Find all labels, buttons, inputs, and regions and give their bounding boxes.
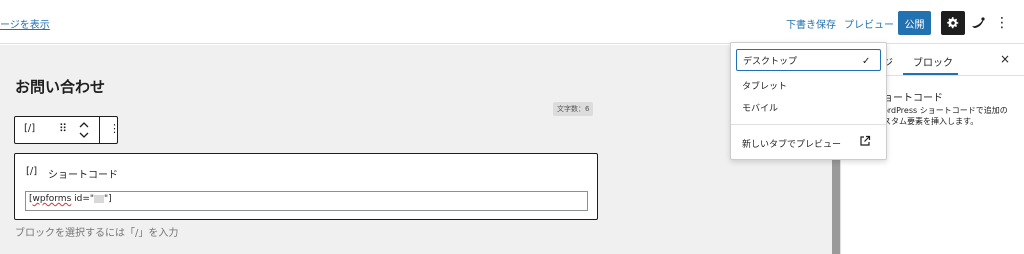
- view-page-link[interactable]: ージを表示: [0, 16, 50, 31]
- block-toolbar: [/] ⠿ ⋮: [14, 116, 120, 144]
- drag-handle-icon[interactable]: ⠿: [59, 122, 67, 135]
- external-link-icon: [860, 135, 871, 146]
- canvas-scrollbar-thumb[interactable]: [832, 155, 840, 254]
- shortcode-block-label: ショートコード: [48, 170, 118, 181]
- tab-block[interactable]: ブロック: [913, 54, 953, 69]
- checkmark-icon: ✓: [862, 56, 871, 67]
- shortcode-block[interactable]: [/] ショートコード [wpforms id=" "]: [14, 153, 598, 220]
- preview-option-label: モバイル: [742, 103, 779, 114]
- jetpack-icon[interactable]: [970, 15, 986, 31]
- gear-icon: [947, 17, 959, 29]
- settings-button[interactable]: [941, 11, 965, 35]
- redacted-id: [94, 194, 105, 203]
- preview-option-label: デスクトップ: [743, 56, 798, 67]
- shortcode-block-type-button[interactable]: [/]: [24, 123, 35, 134]
- preview-option-label: タブレット: [742, 81, 788, 92]
- chevron-up-icon: [79, 122, 89, 128]
- save-draft-button[interactable]: 下書き保存: [786, 16, 836, 31]
- shortcode-icon: [/]: [26, 166, 38, 177]
- post-title[interactable]: お問い合わせ: [15, 76, 105, 97]
- publish-button[interactable]: 公開: [898, 11, 931, 35]
- preview-option-desktop[interactable]: デスクトップ: [736, 49, 881, 71]
- sidebar-block-title: ョートコード: [883, 93, 943, 104]
- preview-option-tablet[interactable]: タブレット: [736, 74, 881, 96]
- character-count-badge: 文字数：6: [553, 102, 594, 116]
- move-block-buttons[interactable]: [77, 117, 91, 143]
- preview-button[interactable]: プレビュー: [844, 16, 894, 31]
- preview-new-tab-label: 新しいタブでプレビュー: [742, 139, 842, 150]
- chevron-down-icon: [79, 132, 89, 138]
- menu-divider: [731, 124, 886, 125]
- preview-option-mobile[interactable]: モバイル: [736, 96, 881, 118]
- close-icon[interactable]: ×: [1000, 52, 1010, 66]
- sidebar-block-description: ordPress ショートコードで追加の スタム要素を挿入します。: [883, 106, 1008, 126]
- more-options-button[interactable]: ⋮: [994, 11, 1010, 35]
- block-appender-hint[interactable]: ブロックを選択するには「/」を入力: [15, 224, 178, 239]
- block-options-button[interactable]: ⋮: [109, 122, 120, 135]
- toolbar-divider: [99, 117, 100, 143]
- shortcode-value: [wpforms id=" "]: [29, 194, 112, 204]
- more-vertical-icon: ⋮: [995, 15, 1009, 31]
- editor-canvas[interactable]: [0, 45, 832, 254]
- editor-header: ージを表示 下書き保存 プレビュー 公開 ⋮: [0, 0, 1024, 44]
